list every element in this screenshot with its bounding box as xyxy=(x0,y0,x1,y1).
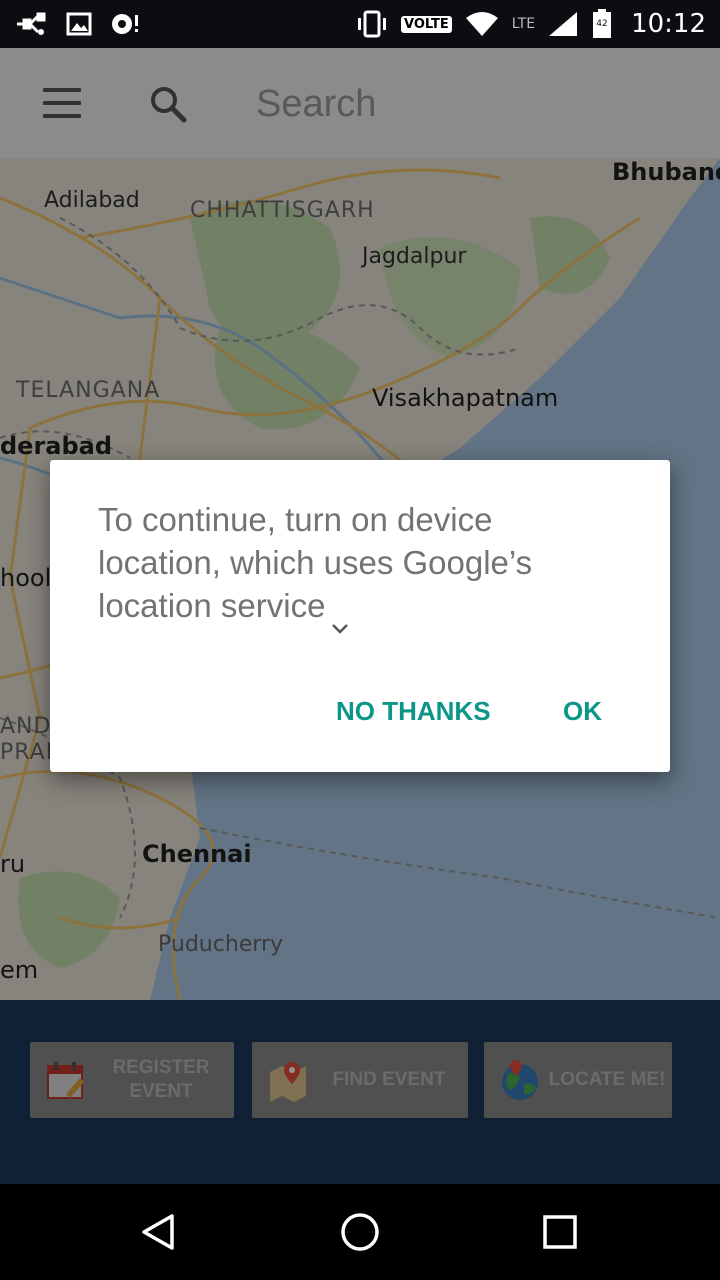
chevron-down-icon[interactable] xyxy=(331,602,349,635)
back-icon[interactable] xyxy=(138,1210,182,1254)
status-bar: VOLTE LTE 42 10:12 xyxy=(0,0,720,48)
recents-icon[interactable] xyxy=(538,1210,582,1254)
wifi-icon xyxy=(464,10,500,38)
location-permission-dialog: To continue, turn on device location, wh… xyxy=(50,460,670,772)
ok-button[interactable]: OK xyxy=(563,696,602,727)
home-icon[interactable] xyxy=(338,1210,382,1254)
no-thanks-button[interactable]: NO THANKS xyxy=(336,696,491,727)
battery-icon: 42 xyxy=(591,9,613,39)
vibrate-icon xyxy=(355,10,389,38)
dialog-message: To continue, turn on device location, wh… xyxy=(98,498,618,635)
clock: 10:12 xyxy=(631,9,706,39)
navigation-bar xyxy=(0,1184,720,1280)
sync-icon xyxy=(110,10,140,38)
image-icon xyxy=(66,11,92,37)
signal-icon xyxy=(547,10,579,38)
volte-badge: VOLTE xyxy=(401,15,452,33)
battery-level: 42 xyxy=(596,19,607,29)
usb-icon xyxy=(14,10,48,38)
network-type-label: LTE xyxy=(511,16,536,32)
